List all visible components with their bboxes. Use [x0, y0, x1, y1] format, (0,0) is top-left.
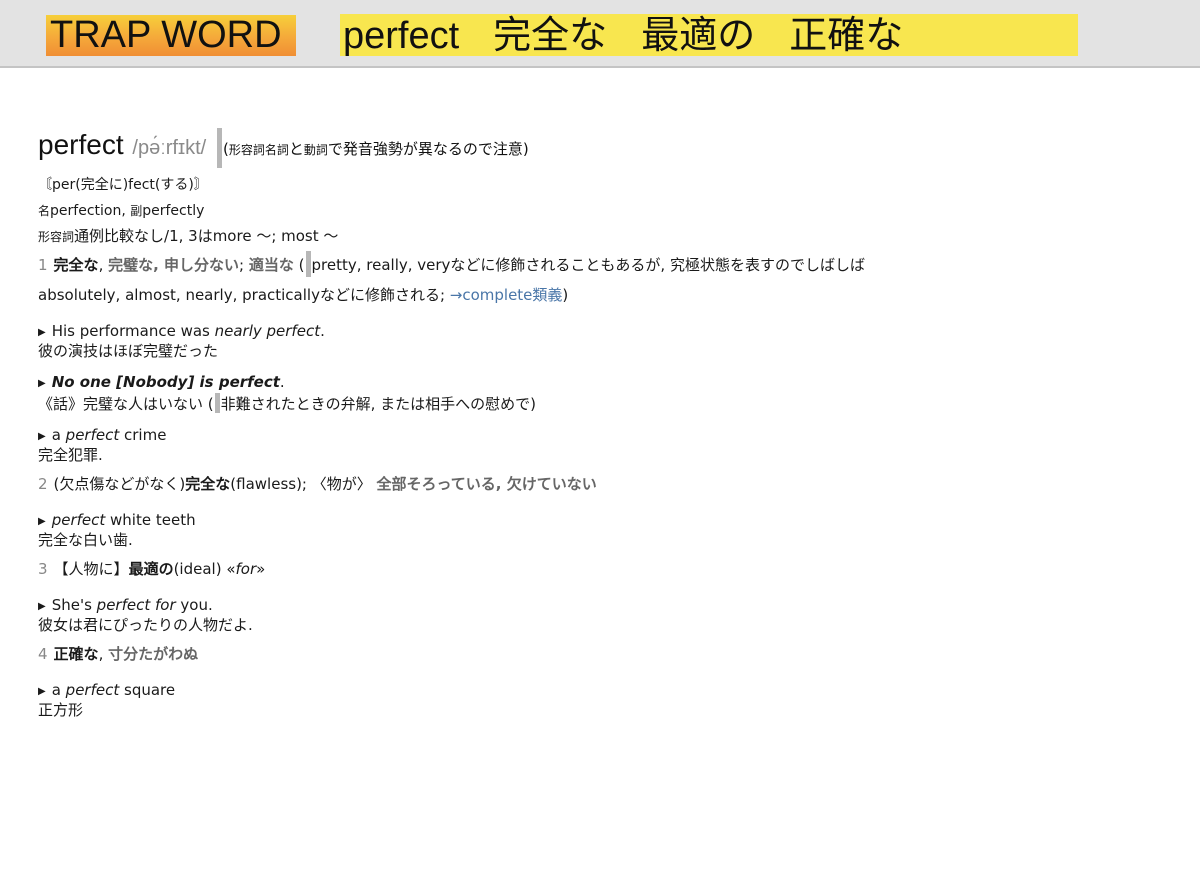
term-ja-2: 最適の — [641, 15, 756, 56]
pos-note: (形容詞名詞と動詞で発音強勢が異なるので注意) — [223, 140, 529, 158]
example-emphasis: perfect — [51, 511, 106, 529]
etymology: 〘per(完全に)fect(する)〙 — [38, 177, 208, 193]
sense-synonyms: 全部そろっている, 欠けていない — [376, 475, 597, 493]
sense-qualifier: (欠点傷などがなく) — [53, 475, 186, 493]
example-text-end: . — [279, 373, 285, 391]
headword-line: perfect /pə́ːrfɪkt/ (形容詞名詞と動詞で発音強勢が異なるので… — [38, 128, 1178, 168]
noun-tag: 名 — [38, 204, 51, 218]
term-ja-3: 正確な — [789, 15, 904, 56]
usage-note-cont: absolutely, almost, nearly, practicallyな… — [38, 286, 450, 304]
usage-note: pretty, really, veryなどに修飾されることもあるが, 究極状態… — [311, 256, 865, 274]
example-text-end: . — [320, 322, 325, 340]
example: ▶ perfect white teeth 完全な白い歯. — [38, 511, 1178, 550]
example: ▶ She's perfect for you. 彼女は君にぴったりの人物だよ. — [38, 596, 1178, 635]
term-english: perfect — [343, 15, 460, 56]
example-translation: 彼の演技はほぼ完璧だった — [38, 342, 219, 360]
sense-qualifier: 【人物に】 — [53, 560, 129, 578]
sense-prep: for — [235, 560, 257, 578]
sense-head: 正確な — [53, 645, 99, 663]
example-text-end: white teeth — [105, 511, 196, 529]
example-emphasis: perfect — [65, 426, 120, 444]
sense-1-note-cont: absolutely, almost, nearly, practicallyな… — [38, 280, 1178, 310]
synonym-link[interactable]: →complete類義 — [450, 286, 563, 304]
example: ▶ No one [Nobody] is perfect. 《話》完璧な人はいない… — [38, 373, 1178, 414]
example-text: a — [51, 426, 66, 444]
derived-adverb: perfectly — [142, 203, 205, 219]
sense-number: 1 — [38, 256, 48, 274]
highlight-marker — [305, 251, 311, 277]
example-emphasis: perfect for — [96, 596, 176, 614]
derived-forms: 名perfection, 副perfectly — [38, 202, 1178, 219]
example-translation: 正方形 — [38, 701, 84, 719]
sense-sep-2: ; — [239, 256, 249, 274]
example-text: His performance was — [51, 322, 215, 340]
pronunciation: /pə́ːrfɪkt/ — [132, 137, 207, 159]
sense-number: 3 — [38, 560, 48, 578]
example-translation: 完全な白い歯. — [38, 531, 133, 549]
example-text: She's — [51, 596, 97, 614]
sense-synonyms: 寸分たがわぬ — [108, 645, 199, 663]
sense-gloss-end: » — [256, 560, 266, 578]
example-translation: 完全犯罪. — [38, 446, 103, 464]
highlight-marker — [216, 128, 222, 168]
sense-head: 完全な — [53, 256, 99, 274]
sense-2: 2 (欠点傷などがなく)完全な(flawless); 〈物が〉 全部そろっている,… — [38, 469, 1178, 499]
derived-noun: perfection, — [50, 203, 126, 219]
example-emphasis: No one — [51, 373, 117, 391]
trap-word-badge: TRAP WORD — [46, 15, 296, 56]
sense-4: 4 正確な, 寸分たがわぬ — [38, 639, 1178, 669]
note-open: ( — [293, 256, 305, 274]
example-emphasis: perfect — [65, 681, 120, 699]
pos-note-rest: で発音強勢が異なるので注意) — [327, 140, 529, 158]
sense-head: 最適の — [128, 560, 174, 578]
headword: perfect — [38, 129, 124, 160]
sense-sep: , — [98, 256, 109, 274]
example-emphasis: nearly perfect — [214, 322, 321, 340]
example-alt: [Nobody] — [116, 373, 195, 391]
example: ▶ a perfect square 正方形 — [38, 681, 1178, 720]
pos-tag-verb: 動詞 — [303, 143, 328, 157]
example: ▶ a perfect crime 完全犯罪. — [38, 426, 1178, 465]
triangle-icon: ▶ — [38, 686, 46, 697]
example-translation: 彼女は君にぴったりの人物だよ. — [38, 616, 253, 634]
pos-note-mid: と — [288, 140, 304, 158]
adjective-tag: 形容詞 — [38, 230, 75, 244]
sense-synonyms: 完璧な, 申し分ない — [108, 256, 240, 274]
note-close: ) — [562, 286, 569, 304]
triangle-icon: ▶ — [38, 378, 46, 389]
term-ja-1: 完全な — [493, 15, 608, 56]
sense-gloss: (flawless); 〈物が〉 — [230, 475, 372, 493]
sense-head: 完全な — [185, 475, 231, 493]
example-translation: 《話》完璧な人はいない ( — [38, 395, 214, 413]
sense-sep: , — [98, 645, 109, 663]
triangle-icon: ▶ — [38, 516, 46, 527]
sense-3: 3 【人物に】最適の(ideal) «for» — [38, 554, 1178, 584]
example: ▶ His performance was nearly perfect. 彼の演… — [38, 322, 1178, 361]
sense-number: 4 — [38, 645, 48, 663]
sense-synonym-2: 適当な — [248, 256, 294, 274]
example-text-end: square — [119, 681, 176, 699]
sense-number: 2 — [38, 475, 48, 493]
top-banner: TRAP WORD perfect 完全な 最適の 正確な — [0, 0, 1200, 68]
pos-tag-adj-noun: 形容詞名詞 — [228, 143, 289, 157]
sense-gloss: (ideal) « — [173, 560, 236, 578]
triangle-icon: ▶ — [38, 327, 46, 338]
example-text-end: you. — [175, 596, 213, 614]
example-text: a — [51, 681, 66, 699]
example-text-end: crime — [119, 426, 167, 444]
sense-1: 1 完全な, 完璧な, 申し分ない; 適当な ( pretty, really, v… — [38, 250, 1178, 280]
grammar-note: 形容詞通例比較なし/1, 3はmore 〜; most 〜 — [38, 225, 1178, 246]
example-translation-note: 非難されたときの弁解, または相手への慰めで) — [220, 395, 537, 413]
triangle-icon: ▶ — [38, 601, 46, 612]
headline-terms: perfect 完全な 最適の 正確な — [340, 14, 1078, 56]
example-emphasis-2: is perfect — [194, 373, 280, 391]
grammar-text: 通例比較なし/1, 3はmore 〜; most 〜 — [74, 227, 339, 245]
highlight-marker — [214, 393, 220, 413]
dictionary-entry: perfect /pə́ːrfɪkt/ (形容詞名詞と動詞で発音強勢が異なるので… — [38, 128, 1178, 720]
triangle-icon: ▶ — [38, 431, 46, 442]
adverb-tag: 副 — [130, 204, 143, 218]
